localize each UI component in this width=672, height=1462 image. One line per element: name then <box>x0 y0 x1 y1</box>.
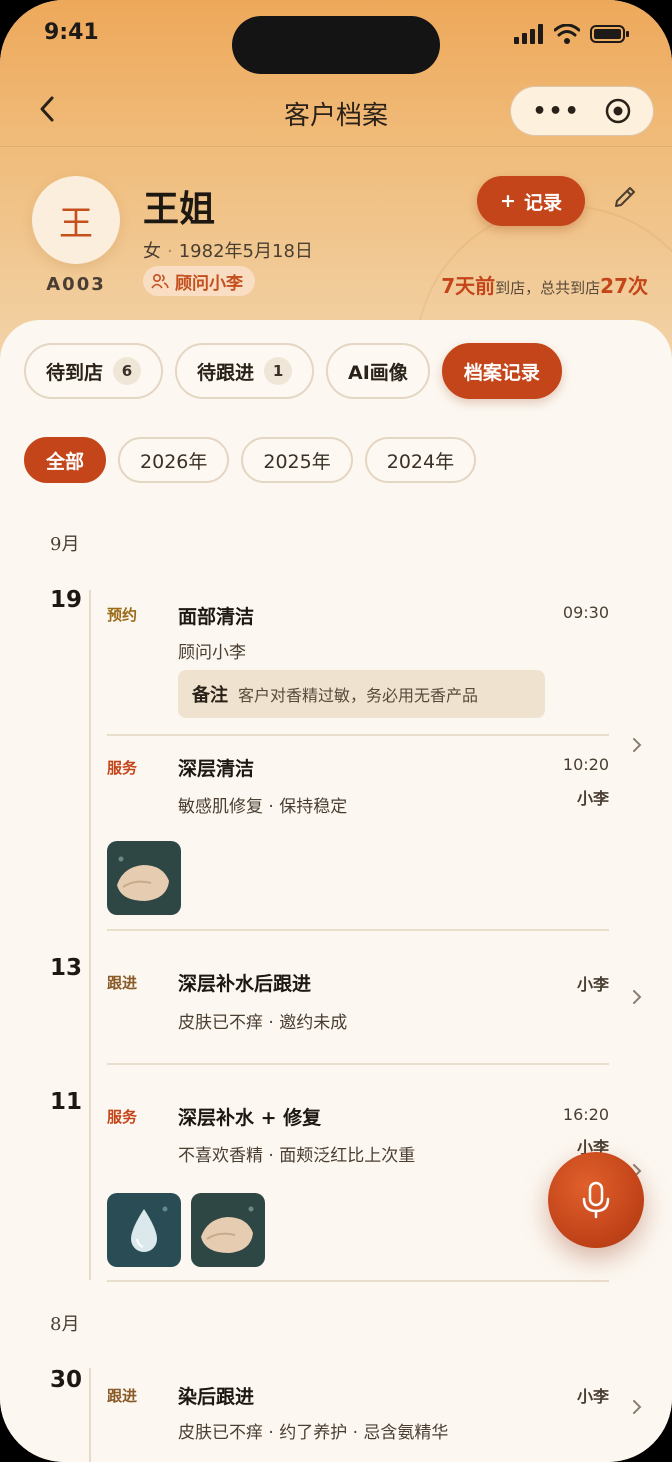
month-label: 8月 <box>50 1314 80 1335</box>
entry-staff: 小李 <box>576 789 609 808</box>
tab-label: 待跟进 <box>197 361 255 384</box>
tab-label: 档案记录 <box>463 361 540 384</box>
tab-label: AI画像 <box>348 361 408 384</box>
entry-type: 预约 <box>107 606 138 624</box>
last-visit: 7天前 <box>441 274 496 298</box>
entry-time: 09:30 <box>562 603 609 622</box>
chevron-right-icon[interactable] <box>628 1398 646 1416</box>
entry-title: 深层清洁 <box>178 758 255 780</box>
entry-staff: 小李 <box>576 1387 609 1406</box>
day-label: 19 <box>49 587 82 613</box>
avatar: 王 <box>32 176 120 264</box>
tab-ai-profile[interactable]: AI画像 <box>326 343 430 399</box>
status-time: 9:41 <box>44 20 99 45</box>
more-menu-icon[interactable]: ••• <box>532 99 580 124</box>
tab-records[interactable]: 档案记录 <box>441 343 562 399</box>
year-chip-2026[interactable]: 2026年 <box>118 437 230 483</box>
visit-summary-text: 到店，总共到店 <box>495 279 601 297</box>
phone-screen: 9:41 客户档案 ••• 王 A003 王姐 女 · 1982年5月18日 顾… <box>0 0 672 1462</box>
day-label: 11 <box>49 1089 82 1115</box>
entry-title: 深层补水 + 修复 <box>178 1107 322 1129</box>
add-record-label: 记录 <box>523 191 562 214</box>
entry-staff: 小李 <box>576 975 609 994</box>
add-record-button[interactable]: + 记录 <box>477 176 585 226</box>
year-chip-all[interactable]: 全部 <box>24 437 107 483</box>
microphone-icon <box>582 1181 610 1219</box>
tab-pending-visit[interactable]: 待到店 6 <box>24 343 164 399</box>
skin-photo-thumbnail[interactable] <box>191 1193 265 1267</box>
note-box: 备注 客户对香精过敏，务必用无香产品 <box>178 670 545 718</box>
dynamic-island <box>232 16 440 74</box>
signal-icon <box>514 24 543 44</box>
chevron-right-icon[interactable] <box>628 736 646 754</box>
tab-count-badge: 1 <box>264 357 293 385</box>
day-label: 13 <box>49 955 82 981</box>
list-item[interactable]: 服务 深层清洁 10:20 小李 敏感肌修复 · 保持稳定 <box>107 736 609 931</box>
tab-count-badge: 6 <box>113 357 142 385</box>
close-target-icon[interactable] <box>604 97 632 125</box>
battery-icon <box>590 25 629 43</box>
visit-summary: 7天前到店，总共到店27次 <box>441 270 648 299</box>
edit-pencil-icon[interactable] <box>612 184 638 210</box>
plus-icon: + <box>500 190 516 212</box>
status-icons <box>514 24 630 44</box>
note-text: 客户对香精过敏，务必用无香产品 <box>238 686 479 705</box>
entry-title: 面部清洁 <box>178 606 255 628</box>
year-chip-2025[interactable]: 2025年 <box>241 437 353 483</box>
year-chip-2024[interactable]: 2024年 <box>364 437 477 483</box>
entry-subtitle: 皮肤已不痒 · 邀约未成 <box>178 1013 348 1033</box>
customer-name: 王姐 <box>143 188 216 230</box>
day-label: 30 <box>49 1367 82 1393</box>
entry-type: 服务 <box>107 1108 138 1126</box>
voice-record-button[interactable] <box>548 1152 644 1248</box>
skin-texture-icon <box>117 856 169 901</box>
entry-time: 10:20 <box>562 755 609 774</box>
list-item[interactable]: 预约 面部清洁 09:30 顾问小李 备注 客户对香精过敏，务必用无香产品 <box>107 575 609 736</box>
nav-divider <box>0 146 672 147</box>
tab-label: 待到店 <box>46 361 104 384</box>
water-drop-icon <box>131 1206 168 1252</box>
customer-id: A003 <box>46 274 106 295</box>
advisor-name: 顾问小李 <box>175 273 243 294</box>
customer-gender: 女 <box>143 241 161 262</box>
entry-subtitle: 顾问小李 <box>178 643 246 663</box>
entry-type: 跟进 <box>107 1387 138 1405</box>
tab-bar: 待到店 6 待跟进 1 AI画像 档案记录 <box>24 343 562 399</box>
entry-subtitle: 不喜欢香精 · 面颊泛红比上次重 <box>178 1146 416 1166</box>
year-filter: 全部 2026年 2025年 2024年 <box>24 437 477 483</box>
entry-title: 深层补水后跟进 <box>178 973 312 995</box>
list-item[interactable]: 跟进 深层补水后跟进 小李 皮肤已不痒 · 邀约未成 <box>107 931 609 1065</box>
entry-subtitle: 皮肤已不痒 · 约了养护 · 忌含氨精华 <box>178 1423 449 1443</box>
entry-type: 服务 <box>107 759 138 777</box>
water-drop-thumbnail[interactable] <box>107 1193 181 1267</box>
advisor-tag[interactable]: 顾问小李 <box>143 266 255 296</box>
wifi-icon <box>554 24 580 44</box>
tab-pending-followup[interactable]: 待跟进 1 <box>175 343 315 399</box>
chevron-right-icon[interactable] <box>628 988 646 1006</box>
entry-time: 16:20 <box>562 1105 609 1124</box>
entry-subtitle: 敏感肌修复 · 保持稳定 <box>178 797 348 817</box>
customer-meta: 女 · 1982年5月18日 <box>143 241 313 262</box>
skin-photo-thumbnail[interactable] <box>107 841 181 915</box>
mini-program-capsule: ••• <box>510 86 654 136</box>
note-label: 备注 <box>192 685 228 706</box>
entry-title: 染后跟进 <box>178 1386 255 1408</box>
month-label: 9月 <box>50 534 80 555</box>
entry-type: 跟进 <box>107 974 138 992</box>
list-item[interactable]: 服务 深层补水 + 修复 16:20 小李 不喜欢香精 · 面颊泛红比上次重 <box>107 1065 609 1282</box>
customer-birthday: 1982年5月18日 <box>178 241 313 262</box>
skin-texture-icon <box>201 1206 254 1253</box>
total-visits: 27次 <box>600 274 648 298</box>
timeline-line <box>89 590 91 1280</box>
list-item[interactable]: 跟进 染后跟进 小李 皮肤已不痒 · 约了养护 · 忌含氨精华 <box>107 1345 609 1462</box>
people-icon <box>151 273 169 289</box>
